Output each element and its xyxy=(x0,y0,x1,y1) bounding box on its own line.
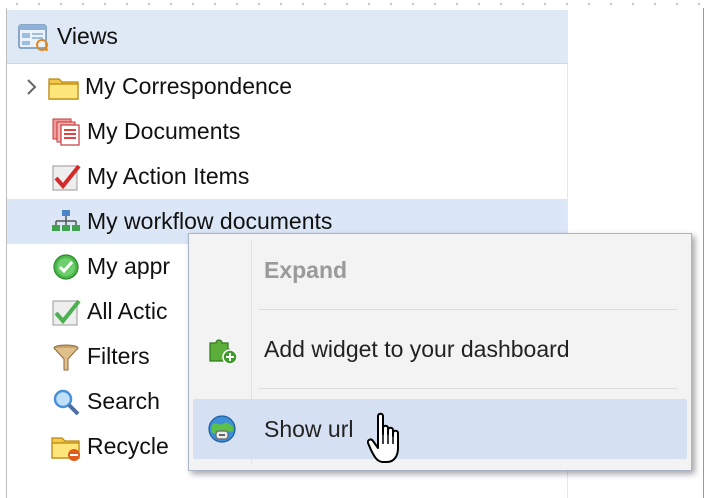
documents-icon xyxy=(47,116,85,148)
menu-item-show-url[interactable]: Show url xyxy=(193,399,687,459)
top-dotted-border xyxy=(0,0,709,8)
tree-item-my-action-items[interactable]: My Action Items xyxy=(7,154,567,199)
tree-item-my-documents[interactable]: My Documents xyxy=(7,109,567,154)
magnifier-icon xyxy=(47,386,85,418)
tree-item-label: Filters xyxy=(87,343,150,369)
screen: Views My Correspondence My Documents My … xyxy=(0,0,709,498)
tree-item-label: My Documents xyxy=(87,118,241,144)
views-panel-header[interactable]: Views xyxy=(7,10,567,64)
menu-item-add-widget[interactable]: Add widget to your dashboard xyxy=(193,319,687,379)
hand-cursor-icon xyxy=(367,412,399,463)
menu-item-label: Show url xyxy=(264,415,354,442)
workflow-icon xyxy=(47,206,85,238)
menu-item-label: Add widget to your dashboard xyxy=(264,335,570,362)
check-box-icon xyxy=(47,296,85,328)
funnel-icon xyxy=(47,341,85,373)
puzzle-add-icon xyxy=(193,333,251,365)
right-border xyxy=(703,8,704,498)
tree-item-label: My Correspondence xyxy=(85,73,293,99)
menu-separator xyxy=(259,388,677,389)
globe-link-icon xyxy=(193,413,251,445)
tree-item-my-correspondence[interactable]: My Correspondence xyxy=(7,64,567,109)
menu-item-expand[interactable]: Expand xyxy=(193,240,687,300)
tree-item-label: My appr xyxy=(87,253,171,279)
tree-item-label: My Action Items xyxy=(87,163,250,189)
tree-item-label: Search xyxy=(87,388,160,414)
recycle-folder-icon xyxy=(47,431,85,463)
chevron-right-icon[interactable] xyxy=(17,78,47,96)
checkmark-icon xyxy=(47,161,85,193)
tree-item-label: My workflow documents xyxy=(87,208,333,234)
views-icon xyxy=(15,21,51,53)
tree-item-label: Recycle xyxy=(87,433,169,459)
menu-separator xyxy=(259,309,677,310)
context-menu: Expand Add widget to your dashboard Show… xyxy=(188,233,692,471)
folder-icon xyxy=(45,71,83,103)
menu-item-label: Expand xyxy=(264,256,348,283)
approve-circle-icon xyxy=(47,251,85,283)
tree-item-label: All Actic xyxy=(87,298,168,324)
views-title: Views xyxy=(57,23,118,49)
